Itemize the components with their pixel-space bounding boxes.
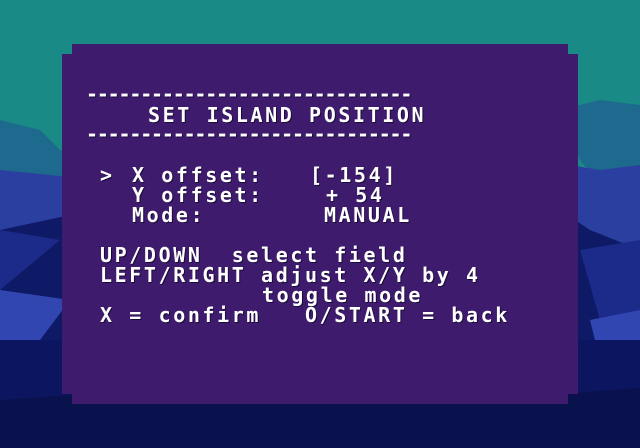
help-line-leftright: LEFT/RIGHT adjust X/Y by 4 xyxy=(100,263,481,287)
field-x-offset-label[interactable]: X offset: xyxy=(132,165,264,185)
field-mode-value[interactable]: MANUAL xyxy=(324,205,412,225)
selection-cursor-icon: > xyxy=(100,163,115,187)
rule-bottom: ------------------------------ xyxy=(86,122,412,146)
field-mode-label[interactable]: Mode: xyxy=(132,205,205,225)
rule-top: ------------------------------ xyxy=(86,82,412,106)
help-line-confirm-back: X = confirm O/START = back xyxy=(100,303,510,327)
field-x-offset-value[interactable]: [-154] xyxy=(310,165,398,185)
help-line-toggle: toggle mode xyxy=(262,283,424,307)
field-y-offset-value[interactable]: + 54 xyxy=(326,185,385,205)
help-line-updown: UP/DOWN select field xyxy=(100,243,408,267)
field-y-offset-label[interactable]: Y offset: xyxy=(132,185,264,205)
